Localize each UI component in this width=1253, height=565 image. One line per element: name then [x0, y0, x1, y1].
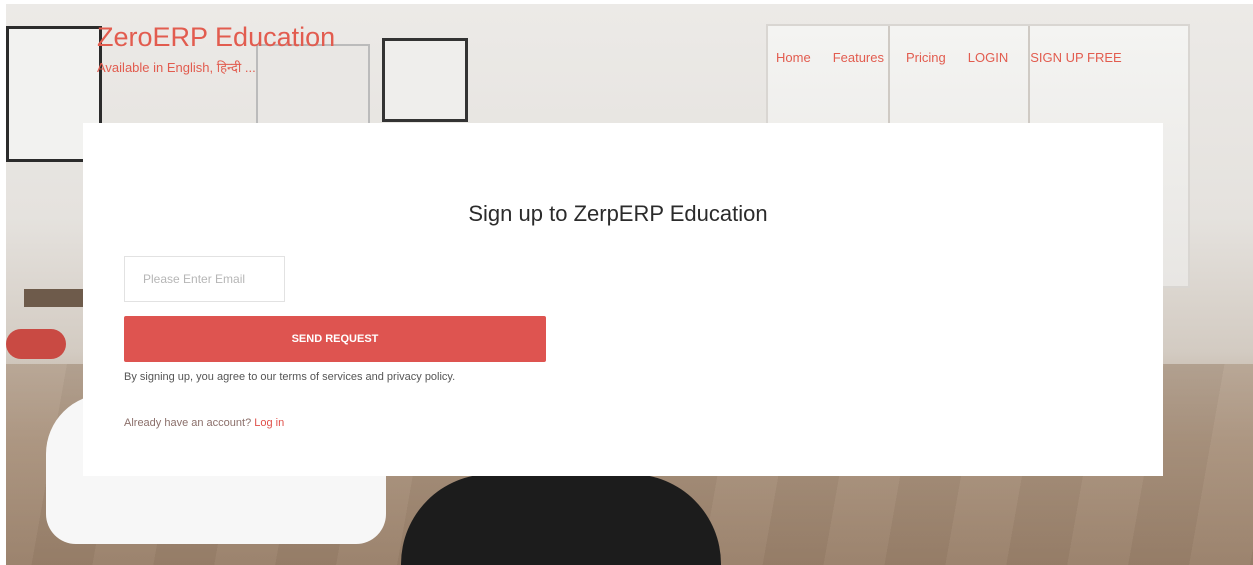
already-account-label: Already have an account? [124, 417, 255, 429]
brand-title[interactable]: ZeroERP Education [97, 22, 335, 52]
poster-decor [382, 38, 468, 122]
login-link[interactable]: Log in [254, 417, 284, 429]
brand-subtitle: Available in English, हिन्दी ... [97, 60, 256, 75]
brand[interactable]: ZeroERP Education Available in English, … [97, 22, 335, 76]
already-account-text: Already have an account? Log in [124, 417, 284, 429]
nav-signup-free[interactable]: SIGN UP FREE [1030, 50, 1122, 65]
nav-login[interactable]: LOGIN [968, 50, 1008, 65]
signup-card: Sign up to ZerpERP Education SEND REQUES… [83, 123, 1163, 476]
nav-features[interactable]: Features [833, 50, 884, 65]
email-input[interactable] [124, 256, 285, 302]
terms-text: By signing up, you agree to our terms of… [124, 371, 456, 383]
chair-decor [401, 474, 721, 565]
top-nav: Home Features Pricing LOGIN SIGN UP FREE [776, 50, 1144, 65]
signup-title: Sign up to ZerpERP Education [83, 201, 1163, 227]
nav-home[interactable]: Home [776, 50, 811, 65]
signup-title-text: Sign up to ZerpERP Education [468, 201, 768, 226]
send-request-button[interactable]: SEND REQUEST [124, 316, 546, 362]
chair-decor [6, 329, 66, 359]
nav-pricing[interactable]: Pricing [906, 50, 946, 65]
